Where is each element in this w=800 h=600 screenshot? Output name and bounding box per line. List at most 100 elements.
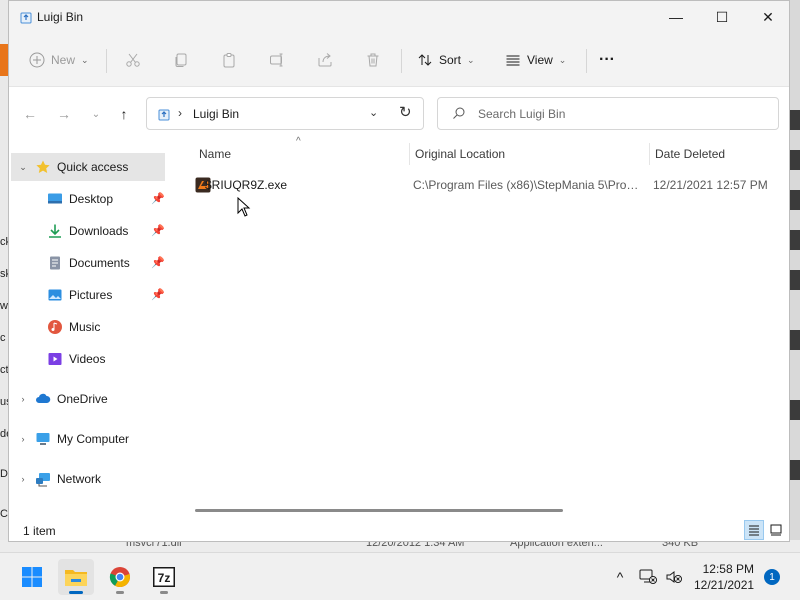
nav-item-downloads[interactable]: Downloads 📌 (11, 217, 165, 245)
show-hidden-icons-button[interactable]: ^ (610, 567, 630, 587)
nav-item-pictures[interactable]: Pictures 📌 (11, 281, 165, 309)
star-icon (35, 159, 51, 175)
nav-item-videos[interactable]: Videos (11, 345, 165, 373)
view-list-icon (506, 55, 520, 66)
taskbar-7zip[interactable]: 7z (146, 559, 182, 595)
notification-badge[interactable]: 1 (764, 569, 780, 585)
pictures-icon (47, 287, 63, 303)
recycle-bin-icon (158, 109, 170, 121)
sort-button[interactable]: Sort ⌄ (417, 47, 475, 73)
maximize-button[interactable]: ☐ (699, 1, 745, 33)
address-dropdown-icon[interactable]: ⌄ (369, 106, 378, 119)
toolbar-divider (106, 49, 107, 73)
nav-item-label: Documents (69, 256, 130, 270)
chevron-down-icon: ⌄ (558, 54, 567, 65)
videos-icon (47, 351, 63, 367)
nav-item-label: Network (57, 472, 102, 486)
file-explorer-window: Luigi Bin — ☐ ✕ New ⌄ Sort ⌄ View ⌄ ··· … (8, 0, 790, 542)
background-text: c (0, 332, 6, 344)
column-divider[interactable] (409, 143, 410, 165)
horizontal-scrollbar[interactable] (195, 509, 563, 512)
thumbnails-view-button[interactable] (766, 520, 786, 540)
column-header-original-location[interactable]: Original Location (415, 139, 647, 169)
thumbnails-view-icon (770, 524, 782, 536)
refresh-icon[interactable]: ↻ (399, 103, 412, 121)
network-status-button[interactable] (638, 567, 658, 587)
start-button[interactable] (14, 559, 50, 595)
delete-button[interactable] (365, 47, 381, 73)
more-icon: ··· (599, 51, 615, 68)
column-header-name[interactable]: Name (199, 139, 409, 169)
rename-button[interactable] (269, 47, 285, 73)
table-row[interactable]: $RIUQR9Z.exe C:\Program Files (x86)\Step… (181, 173, 789, 197)
nav-item-network[interactable]: › Network (11, 465, 165, 493)
pin-icon[interactable]: 📌 (151, 224, 165, 237)
forward-button[interactable]: → (53, 103, 75, 125)
up-button[interactable]: ↑ (113, 103, 135, 125)
nav-item-documents[interactable]: Documents 📌 (11, 249, 165, 277)
recent-locations-button[interactable]: ⌄ (85, 103, 107, 125)
volume-button[interactable] (664, 567, 684, 587)
column-header-date-deleted[interactable]: Date Deleted (655, 139, 785, 169)
share-button[interactable] (317, 47, 333, 73)
new-button[interactable]: New ⌄ (29, 47, 89, 73)
nav-item-onedrive[interactable]: › OneDrive (11, 385, 165, 413)
chevron-down-icon: ⌄ (91, 108, 101, 120)
sort-icon (418, 54, 432, 66)
file-list: ^ Name Original Location Date Deleted $R… (171, 136, 789, 519)
chevron-down-icon[interactable]: ⌄ (17, 162, 29, 173)
taskbar-chrome[interactable] (102, 559, 138, 595)
command-bar: New ⌄ Sort ⌄ View ⌄ ··· (9, 33, 789, 87)
nav-item-desktop[interactable]: Desktop 📌 (11, 185, 165, 213)
search-box[interactable]: Search Luigi Bin (437, 97, 779, 130)
cut-button[interactable] (125, 47, 141, 73)
chevron-right-icon[interactable]: › (17, 434, 29, 444)
maximize-icon: ☐ (715, 8, 729, 25)
toolbar-divider (401, 49, 402, 73)
chevron-right-icon[interactable]: › (17, 394, 29, 404)
rename-icon (270, 53, 283, 67)
pin-icon[interactable]: 📌 (151, 288, 165, 301)
search-placeholder: Search Luigi Bin (478, 107, 566, 121)
document-icon (47, 255, 63, 271)
back-button[interactable]: ← (19, 103, 41, 125)
chevron-up-icon: ^ (616, 569, 624, 585)
column-header-label: Original Location (415, 147, 506, 161)
breadcrumb-luigi-bin[interactable]: Luigi Bin (193, 107, 239, 121)
minimize-button[interactable]: — (653, 1, 699, 33)
music-icon (47, 319, 63, 335)
running-app-indicator (116, 591, 124, 594)
close-button[interactable]: ✕ (745, 1, 791, 33)
7zip-label: 7z (158, 571, 171, 585)
view-button[interactable]: View ⌄ (505, 47, 566, 73)
taskbar-file-explorer[interactable] (58, 559, 94, 595)
pin-icon[interactable]: 📌 (151, 192, 165, 205)
sort-label: Sort (439, 53, 462, 67)
address-bar[interactable]: › Luigi Bin ⌄ ↻ (146, 97, 424, 130)
clipboard-icon (223, 53, 235, 68)
active-app-indicator (69, 591, 83, 594)
file-explorer-icon (65, 570, 87, 586)
background-text: w (0, 300, 8, 312)
clock-date[interactable]: 12/21/2021 (694, 578, 754, 592)
clock-time[interactable]: 12:58 PM (700, 562, 754, 576)
column-divider[interactable] (649, 143, 650, 165)
paste-button[interactable] (221, 47, 237, 73)
background-text: C (0, 508, 8, 520)
nav-item-label: My Computer (57, 432, 130, 446)
nav-item-label: Desktop (69, 192, 114, 206)
item-count: 1 item (23, 524, 56, 538)
search-icon (453, 107, 465, 119)
details-view-button[interactable] (744, 520, 764, 540)
pin-icon[interactable]: 📌 (151, 256, 165, 269)
nav-item-music[interactable]: Music (11, 313, 165, 341)
network-icon (35, 471, 51, 487)
more-options-button[interactable]: ··· (599, 47, 615, 73)
navigation-pane: ⌄ Quick access Desktop 📌 Downloads 📌 Doc… (9, 139, 171, 519)
nav-item-my-computer[interactable]: › My Computer (11, 425, 165, 453)
chevron-right-icon[interactable]: › (17, 474, 29, 484)
arrow-right-icon: → (57, 106, 71, 122)
copy-button[interactable] (173, 47, 189, 73)
nav-item-quick-access[interactable]: ⌄ Quick access (11, 153, 165, 181)
title-bar[interactable]: Luigi Bin — ☐ ✕ (9, 1, 789, 33)
